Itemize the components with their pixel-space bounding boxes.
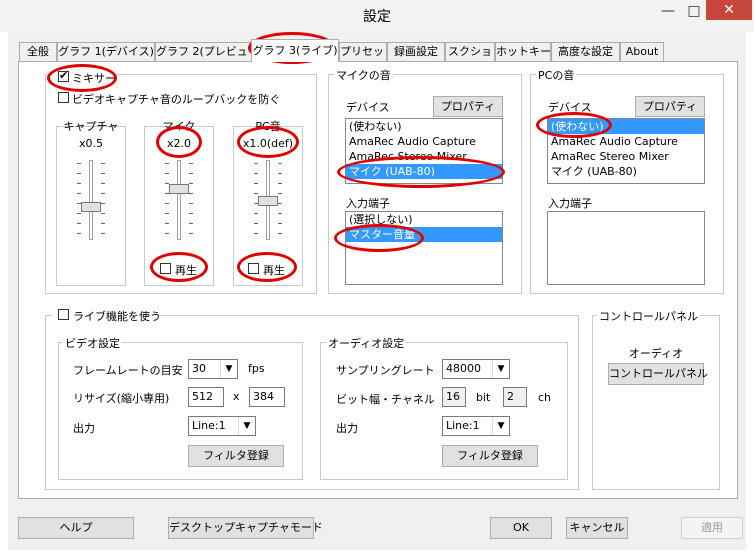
bit-channel-label: ビット幅・チャネル xyxy=(336,393,435,406)
fps-unit: fps xyxy=(248,362,265,375)
tab-graph2[interactable]: グラフ 2(プレビュー) xyxy=(155,42,263,61)
pc-properties-button[interactable]: プロパティ xyxy=(635,96,705,117)
pc-input-list[interactable] xyxy=(547,211,705,285)
video-filter-button[interactable]: フィルタ登録 xyxy=(188,445,284,467)
mic-slider-thumb[interactable] xyxy=(169,184,189,194)
window-title: 設定 xyxy=(363,9,391,25)
mic-input-item-selected[interactable]: マスター音量 xyxy=(346,227,502,242)
mic-device-list[interactable]: (使わない) AmaRec Audio Capture AmaRec Stere… xyxy=(345,118,503,184)
chevron-down-icon: ▼ xyxy=(492,360,509,378)
mic-device-label: デバイス xyxy=(346,101,390,114)
maximize-button[interactable]: □ xyxy=(680,1,708,21)
bit-unit: bit xyxy=(476,391,491,404)
control-panel-audio-label: オーディオ xyxy=(628,347,684,360)
sampling-rate-label: サンプリングレート xyxy=(336,364,435,377)
chevron-down-icon: ▼ xyxy=(238,417,255,435)
tab-recording[interactable]: 録画設定 xyxy=(387,42,445,61)
fps-label: フレームレートの目安 xyxy=(73,364,183,377)
mixer-label: ミキサー xyxy=(72,72,116,85)
tab-general[interactable]: 全般 xyxy=(19,42,57,61)
mic-value: x2.0 xyxy=(166,137,191,150)
control-panel-button[interactable]: コントロールパネル xyxy=(608,363,708,385)
tab-screenshot[interactable]: スクショ xyxy=(445,42,495,61)
close-button[interactable]: ✕ xyxy=(706,0,752,20)
capture-slider-track[interactable] xyxy=(89,160,93,240)
tab-advanced[interactable]: 高度な設定 xyxy=(551,42,620,61)
mic-input-list[interactable]: (選択しない) マスター音量 xyxy=(345,211,503,285)
pc-slider-thumb[interactable] xyxy=(258,196,278,206)
chevron-down-icon: ▼ xyxy=(492,417,509,435)
capture-value: x0.5 xyxy=(78,137,103,150)
pc-device-item[interactable]: マイク (UAB-80) xyxy=(548,164,704,179)
live-checkbox[interactable] xyxy=(58,309,69,320)
tab-graph3-live[interactable]: グラフ 3(ライブ) xyxy=(251,39,339,62)
mic-slider-track[interactable] xyxy=(177,160,181,240)
mixer-checkbox[interactable] xyxy=(58,69,69,82)
mic-play-checkbox[interactable] xyxy=(160,263,171,274)
pc-device-item[interactable]: AmaRec Audio Capture xyxy=(548,134,704,149)
pc-device-label: デバイス xyxy=(548,101,592,114)
desktop-capture-button[interactable]: デスクトップキャプチャモード xyxy=(168,517,323,539)
pc-device-list[interactable]: (使わない) AmaRec Audio Capture AmaRec Stere… xyxy=(547,118,705,184)
control-panel-title: コントロールパネル xyxy=(597,308,700,324)
mic-play-label: 再生 xyxy=(175,264,197,277)
sampling-rate-select[interactable]: 48000 ▼ xyxy=(442,359,510,379)
pc-play-checkbox[interactable] xyxy=(248,263,259,274)
resize-label: リサイズ(縮小専用) xyxy=(73,392,170,405)
audio-output-label: 出力 xyxy=(336,422,358,435)
tab-about[interactable]: About xyxy=(620,42,664,61)
mic-device-item-selected[interactable]: マイク (UAB-80) xyxy=(346,164,502,179)
mic-input-item[interactable]: (選択しない) xyxy=(346,212,502,227)
pc-sound-title: PCの音 xyxy=(536,67,577,83)
pc-play-label: 再生 xyxy=(263,264,285,277)
video-output-label: 出力 xyxy=(73,422,95,435)
chevron-down-icon: ▼ xyxy=(220,360,237,378)
mic-sound-title: マイクの音 xyxy=(334,67,393,83)
video-settings-title: ビデオ設定 xyxy=(63,335,122,351)
audio-settings-title: オーディオ設定 xyxy=(326,335,407,351)
apply-button[interactable]: 適用 xyxy=(681,517,743,539)
tab-preset[interactable]: プリセット xyxy=(339,42,395,61)
tab-hotkey[interactable]: ホットキー xyxy=(495,42,551,61)
pc-label: PC音 xyxy=(255,120,281,133)
pc-device-item[interactable]: AmaRec Stereo Mixer xyxy=(548,149,704,164)
channel-field: 2 xyxy=(503,387,527,407)
tab-graph1[interactable]: グラフ 1(デバイス) xyxy=(57,42,155,61)
help-button[interactable]: ヘルプ xyxy=(18,517,134,539)
channel-unit: ch xyxy=(538,391,552,404)
pc-value: x1.0(def) xyxy=(242,137,294,150)
loopback-checkbox[interactable] xyxy=(58,92,69,103)
mic-properties-button[interactable]: プロパティ xyxy=(433,96,503,117)
audio-output-select[interactable]: Line:1 ▼ xyxy=(442,416,510,436)
mic-label: マイク xyxy=(162,120,196,133)
pc-device-item-selected[interactable]: (使わない) xyxy=(548,119,704,134)
pc-input-label: 入力端子 xyxy=(548,197,592,210)
live-label: ライブ機能を使う xyxy=(73,310,161,323)
loopback-label: ビデオキャプチャ音のループバックを防ぐ xyxy=(72,93,281,106)
resize-width-input[interactable]: 512 xyxy=(188,387,224,407)
control-panel-group xyxy=(592,315,720,490)
bit-depth-field: 16 xyxy=(442,387,466,407)
minimize-button[interactable]: — xyxy=(654,1,682,21)
ok-button[interactable]: OK xyxy=(490,517,552,539)
capture-label: キャプチャ xyxy=(63,120,119,133)
resize-height-input[interactable]: 384 xyxy=(249,387,285,407)
fps-select[interactable]: 30 ▼ xyxy=(188,359,238,379)
capture-slider-thumb[interactable] xyxy=(81,202,101,212)
mic-device-item[interactable]: AmaRec Stereo Mixer xyxy=(346,149,502,164)
cancel-button[interactable]: キャンセル xyxy=(566,517,628,539)
mic-device-item[interactable]: AmaRec Audio Capture xyxy=(346,134,502,149)
mic-input-label: 入力端子 xyxy=(346,197,390,210)
mic-device-item[interactable]: (使わない) xyxy=(346,119,502,134)
video-output-select[interactable]: Line:1 ▼ xyxy=(188,416,256,436)
resize-times: x xyxy=(233,390,240,403)
audio-filter-button[interactable]: フィルタ登録 xyxy=(442,445,538,467)
